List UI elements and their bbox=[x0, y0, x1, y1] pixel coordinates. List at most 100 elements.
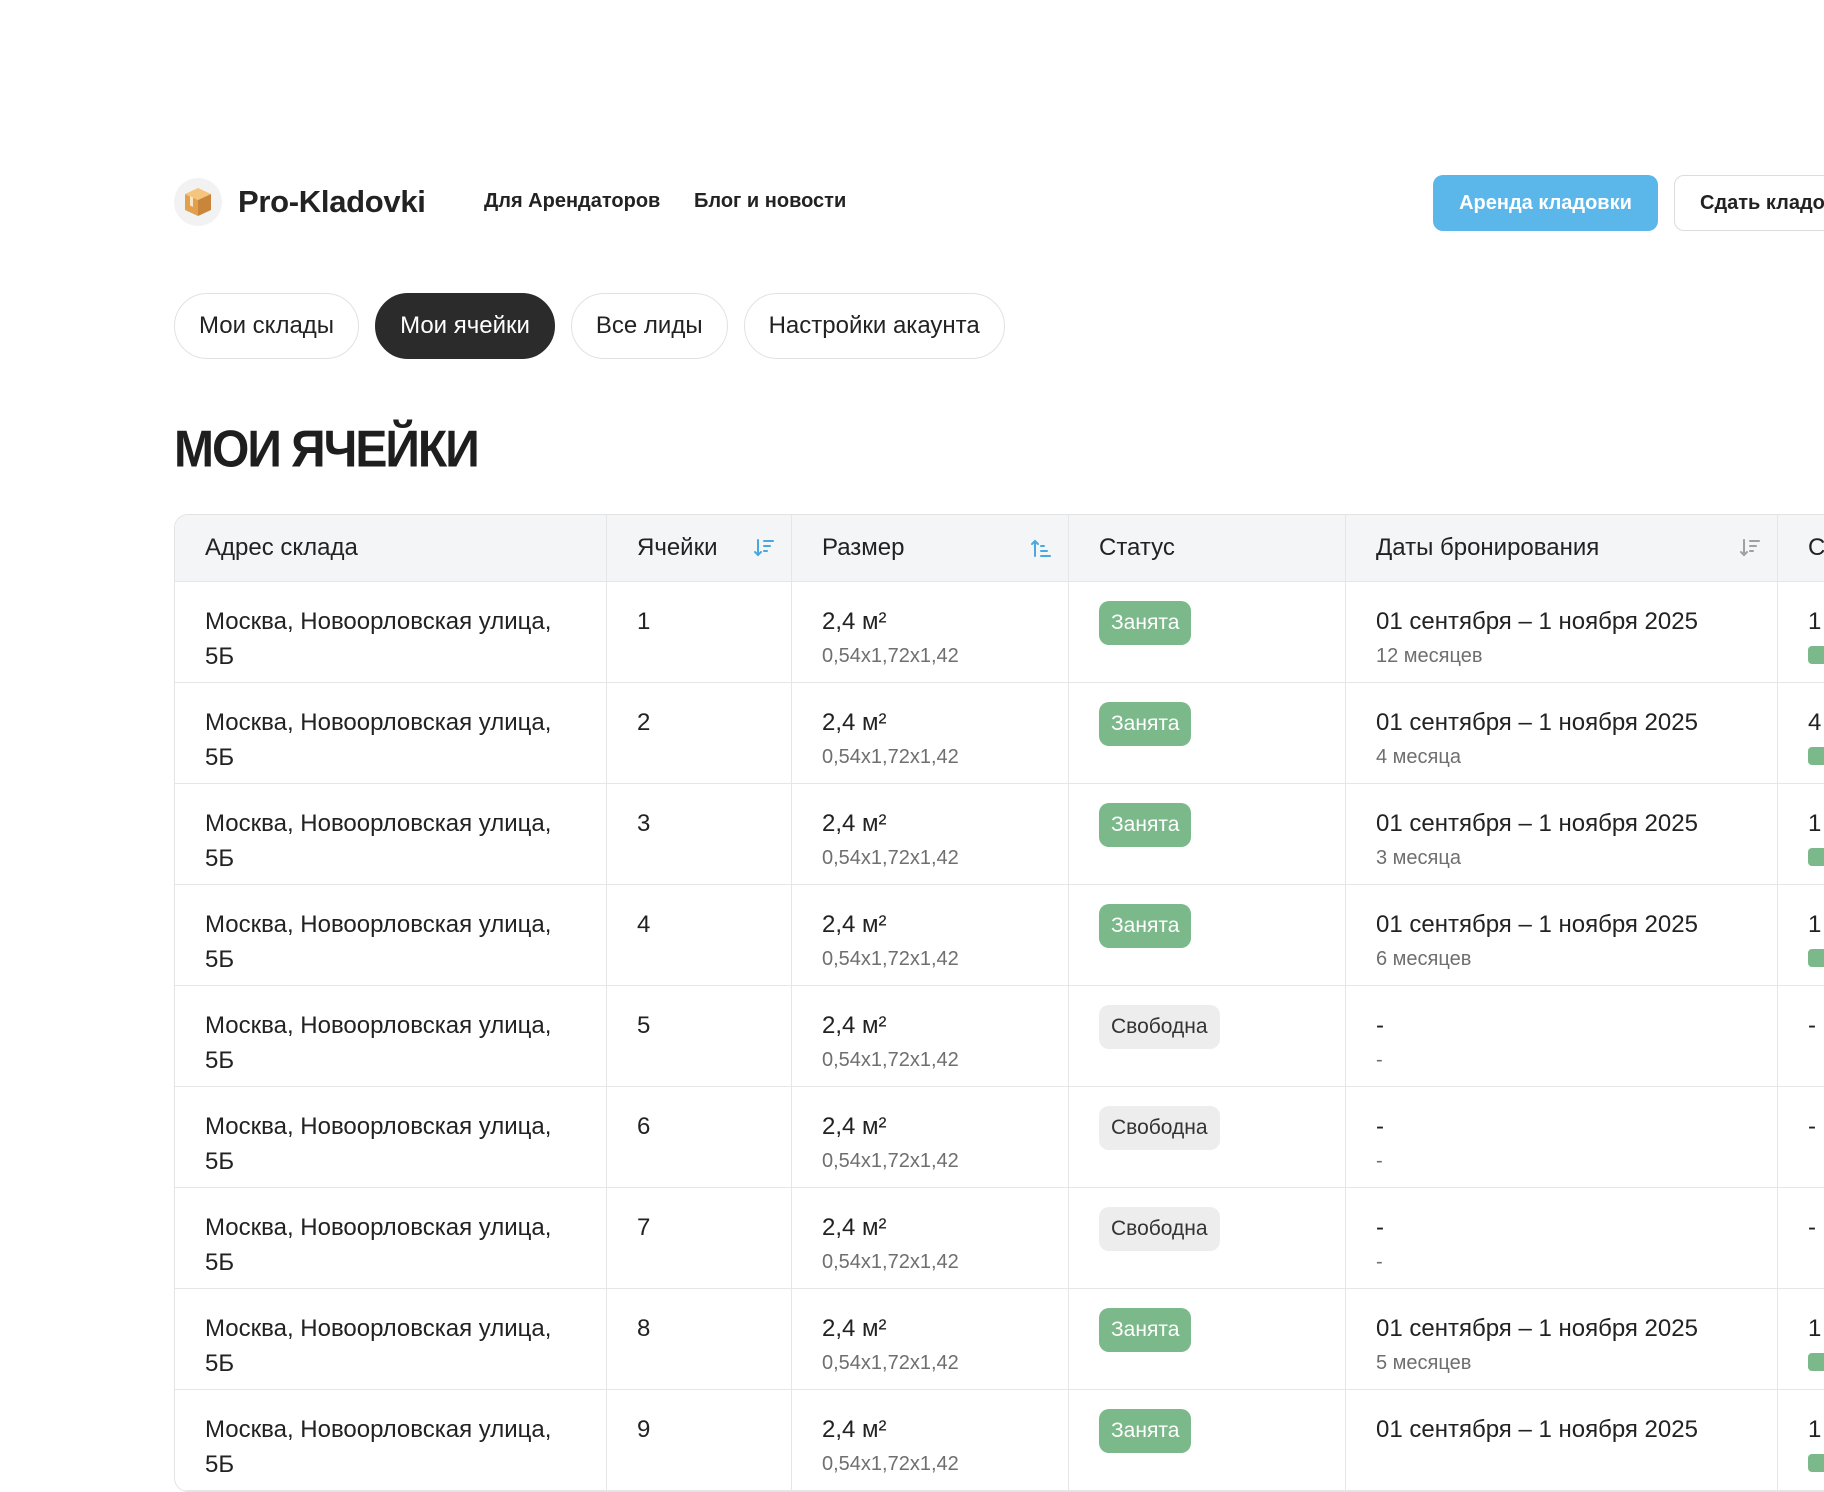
tab-account-settings[interactable]: Настройки акаунта bbox=[743, 293, 1005, 359]
booking-dates: 01 сентября – 1 ноября 2025 bbox=[1376, 709, 1698, 736]
address-cell: Москва, Новоорловская улица, 5Б bbox=[175, 582, 607, 682]
lease-storage-button[interactable]: Сдать кладовку bbox=[1674, 175, 1824, 231]
address-line: Москва, Новоорловская улица, bbox=[205, 709, 552, 736]
table-row[interactable]: Москва, Новоорловская улица, 5Б 1 2,4 м² 0,5… bbox=[175, 582, 1824, 683]
nav-link-tenants[interactable]: Для Арендаторов bbox=[484, 190, 660, 213]
booking-dates: 01 сентября – 1 ноября 2025 bbox=[1376, 608, 1698, 635]
booking-duration: 12 месяцев bbox=[1376, 645, 1483, 667]
extra-value: 1 bbox=[1808, 911, 1822, 938]
extra-cell: - bbox=[1778, 1188, 1824, 1288]
rent-storage-button[interactable]: Аренда кладовки bbox=[1433, 175, 1658, 231]
header-size[interactable]: Размер bbox=[792, 515, 1069, 581]
address-line: 5Б bbox=[205, 1350, 235, 1377]
status-badge: Занята bbox=[1099, 803, 1192, 847]
booking-dates-cell: 01 сентября – 1 ноября 2025 5 месяцев bbox=[1346, 1289, 1778, 1389]
header-status: Статус bbox=[1069, 515, 1346, 581]
dimensions-value: 0,54x1,72x1,42 bbox=[822, 1453, 959, 1475]
extra-cell: - bbox=[1778, 1087, 1824, 1187]
booking-duration: 3 месяца bbox=[1376, 847, 1461, 869]
cell-number: 3 bbox=[607, 784, 792, 884]
size-cell: 2,4 м² 0,54x1,72x1,42 bbox=[792, 683, 1069, 783]
address-line: 5Б bbox=[205, 1148, 235, 1175]
logo[interactable]: Pro-Kladovki bbox=[174, 178, 426, 226]
address-line: 5Б bbox=[205, 946, 235, 973]
address-line: Москва, Новоорловская улица, bbox=[205, 1416, 552, 1443]
address-cell: Москва, Новоорловская улица, 5Б bbox=[175, 1390, 607, 1490]
table-row[interactable]: Москва, Новоорловская улица, 5Б 8 2,4 м² 0,5… bbox=[175, 1289, 1824, 1390]
status-cell: Занята bbox=[1069, 1390, 1346, 1490]
address-cell: Москва, Новоорловская улица, 5Б bbox=[175, 885, 607, 985]
booking-duration: - bbox=[1376, 1049, 1383, 1071]
address-cell: Москва, Новоорловская улица, 5Б bbox=[175, 784, 607, 884]
booking-dates-cell: 01 сентября – 1 ноября 2025 12 месяцев bbox=[1346, 582, 1778, 682]
table-row[interactable]: Москва, Новоорловская улица, 5Б 4 2,4 м² 0,5… bbox=[175, 885, 1824, 986]
booking-dates: - bbox=[1376, 1012, 1384, 1039]
table-row[interactable]: Москва, Новоорловская улица, 5Б 5 2,4 м² 0,5… bbox=[175, 986, 1824, 1087]
page-title: МОИ ЯЧЕЙКИ bbox=[174, 421, 480, 479]
dimensions-value: 0,54x1,72x1,42 bbox=[822, 645, 959, 667]
size-cell: 2,4 м² 0,54x1,72x1,42 bbox=[792, 885, 1069, 985]
status-badge: Свободна bbox=[1099, 1207, 1220, 1251]
address-line: 5Б bbox=[205, 744, 235, 771]
progress-indicator bbox=[1808, 747, 1824, 765]
booking-duration: - bbox=[1376, 1251, 1383, 1273]
address-cell: Москва, Новоорловская улица, 5Б bbox=[175, 683, 607, 783]
table-header-row: Адрес склада Ячейки Размер Статус Даты б… bbox=[175, 515, 1824, 582]
booking-dates-cell: 01 сентября – 1 ноября 2025 6 месяцев bbox=[1346, 885, 1778, 985]
progress-indicator bbox=[1808, 646, 1824, 664]
header-address: Адрес склада bbox=[175, 515, 607, 581]
tab-my-warehouses[interactable]: Мои склады bbox=[174, 293, 360, 359]
booking-duration: 4 месяца bbox=[1376, 746, 1461, 768]
cell-number: 4 bbox=[607, 885, 792, 985]
status-cell: Свободна bbox=[1069, 1188, 1346, 1288]
tab-my-cells[interactable]: Мои ячейки bbox=[375, 293, 555, 359]
header-booking-dates[interactable]: Даты бронирования bbox=[1346, 515, 1778, 581]
booking-duration: 5 месяцев bbox=[1376, 1352, 1472, 1374]
sort-icon[interactable] bbox=[1739, 537, 1761, 566]
extra-cell: 1 bbox=[1778, 582, 1824, 682]
dimensions-value: 0,54x1,72x1,42 bbox=[822, 948, 959, 970]
address-line: 5Б bbox=[205, 1047, 235, 1074]
booking-dates: 01 сентября – 1 ноября 2025 bbox=[1376, 911, 1698, 938]
status-badge: Свободна bbox=[1099, 1106, 1220, 1150]
cell-number: 7 bbox=[607, 1188, 792, 1288]
address-line: 5Б bbox=[205, 1451, 235, 1478]
address-line: Москва, Новоорловская улица, bbox=[205, 810, 552, 837]
booking-duration: - bbox=[1376, 1150, 1383, 1172]
size-cell: 2,4 м² 0,54x1,72x1,42 bbox=[792, 986, 1069, 1086]
extra-value: 4 bbox=[1808, 709, 1822, 736]
extra-value: 1 bbox=[1808, 810, 1822, 837]
sort-desc-icon[interactable] bbox=[753, 537, 775, 566]
dimensions-value: 0,54x1,72x1,42 bbox=[822, 746, 959, 768]
header-cells[interactable]: Ячейки bbox=[607, 515, 792, 581]
status-badge: Занята bbox=[1099, 601, 1192, 645]
area-value: 2,4 м² bbox=[822, 608, 887, 635]
logo-text: Pro-Kladovki bbox=[238, 184, 426, 219]
table-row[interactable]: Москва, Новоорловская улица, 5Б 7 2,4 м² 0,5… bbox=[175, 1188, 1824, 1289]
extra-value: - bbox=[1808, 1214, 1816, 1241]
booking-dates: 01 сентября – 1 ноября 2025 bbox=[1376, 1416, 1698, 1443]
sort-asc-icon[interactable] bbox=[1030, 537, 1052, 566]
box-icon bbox=[174, 178, 222, 226]
extra-cell: 1 bbox=[1778, 885, 1824, 985]
table-row[interactable]: Москва, Новоорловская улица, 5Б 2 2,4 м² 0,5… bbox=[175, 683, 1824, 784]
status-badge: Занята bbox=[1099, 904, 1192, 948]
progress-indicator bbox=[1808, 848, 1824, 866]
area-value: 2,4 м² bbox=[822, 1214, 887, 1241]
area-value: 2,4 м² bbox=[822, 1113, 887, 1140]
status-badge: Свободна bbox=[1099, 1005, 1220, 1049]
status-badge: Занята bbox=[1099, 702, 1192, 746]
dimensions-value: 0,54x1,72x1,42 bbox=[822, 1352, 959, 1374]
dimensions-value: 0,54x1,72x1,42 bbox=[822, 1150, 959, 1172]
booking-duration: 6 месяцев bbox=[1376, 948, 1472, 970]
extra-value: - bbox=[1808, 1012, 1816, 1039]
status-cell: Занята bbox=[1069, 885, 1346, 985]
address-cell: Москва, Новоорловская улица, 5Б bbox=[175, 986, 607, 1086]
booking-dates: 01 сентября – 1 ноября 2025 bbox=[1376, 1315, 1698, 1342]
tab-all-leads[interactable]: Все лиды bbox=[570, 293, 728, 359]
table-row[interactable]: Москва, Новоорловская улица, 5Б 9 2,4 м² 0,5… bbox=[175, 1390, 1824, 1491]
table-row[interactable]: Москва, Новоорловская улица, 5Б 6 2,4 м² 0,5… bbox=[175, 1087, 1824, 1188]
nav-link-blog[interactable]: Блог и новости bbox=[694, 190, 846, 213]
table-row[interactable]: Москва, Новоорловская улица, 5Б 3 2,4 м² 0,5… bbox=[175, 784, 1824, 885]
cell-number: 6 bbox=[607, 1087, 792, 1187]
